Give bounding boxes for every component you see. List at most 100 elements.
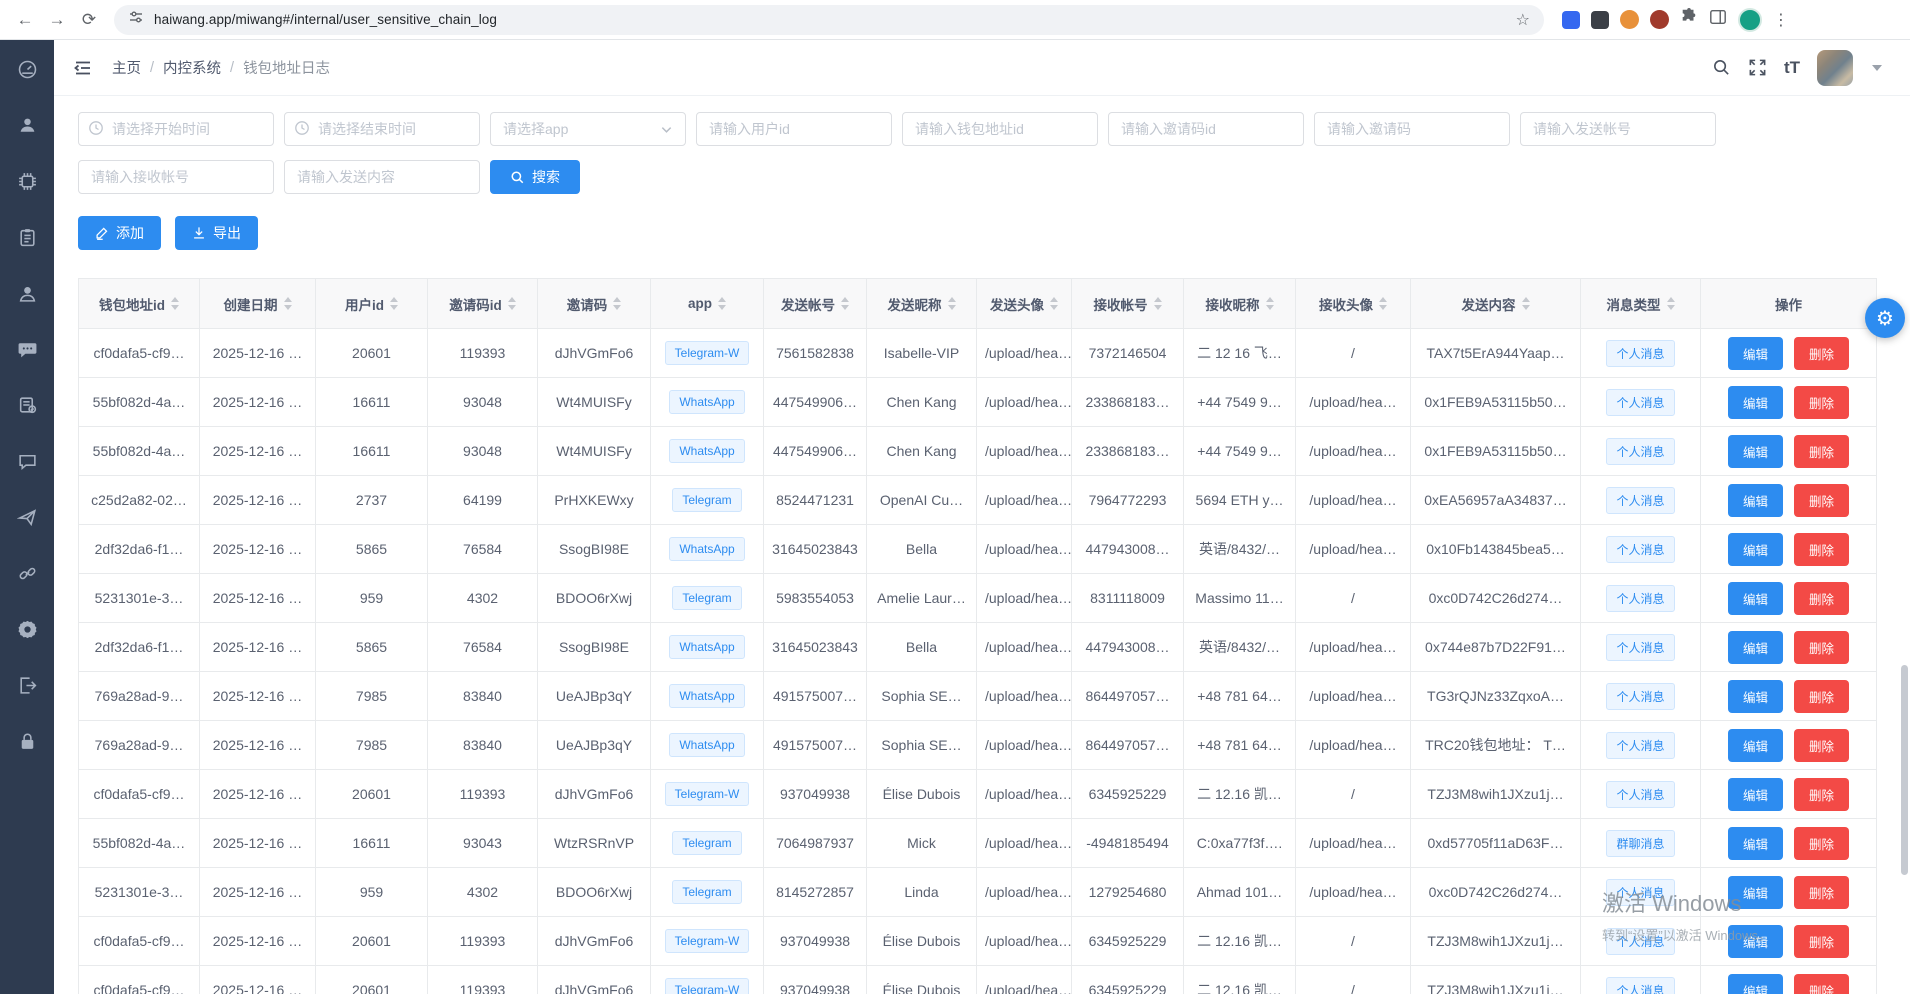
edit-button[interactable]: 编辑	[1728, 680, 1783, 713]
delete-button[interactable]: 删除	[1794, 582, 1849, 615]
scrollbar-thumb[interactable]	[1901, 665, 1908, 875]
invite-code-input[interactable]	[1314, 112, 1510, 146]
browser-back-button[interactable]: ←	[10, 5, 40, 35]
delete-button[interactable]: 删除	[1794, 533, 1849, 566]
column-header[interactable]: 接收头像	[1296, 279, 1411, 329]
site-info-icon[interactable]	[128, 9, 144, 30]
delete-button[interactable]: 删除	[1794, 631, 1849, 664]
extension-icon-red[interactable]	[1650, 10, 1669, 29]
start-time-field[interactable]	[78, 112, 274, 146]
chevron-down-icon[interactable]	[1872, 65, 1882, 71]
search-button[interactable]: 搜索	[490, 160, 580, 194]
breadcrumb-internal[interactable]: 内控系统	[163, 57, 221, 78]
edit-button[interactable]: 编辑	[1728, 582, 1783, 615]
extension-icon-orange[interactable]	[1620, 10, 1639, 29]
browser-menu-icon[interactable]: ⋮	[1773, 10, 1789, 30]
end-time-field[interactable]	[284, 112, 480, 146]
browser-reload-button[interactable]: ⟳	[74, 5, 104, 35]
delete-button[interactable]: 删除	[1794, 386, 1849, 419]
extension-icon-dark[interactable]	[1591, 11, 1609, 29]
column-header[interactable]: app	[651, 279, 764, 329]
edit-button[interactable]: 编辑	[1728, 533, 1783, 566]
start-time-input[interactable]	[78, 112, 274, 146]
column-header[interactable]: 邀请码	[538, 279, 651, 329]
side-panel-icon[interactable]	[1709, 8, 1727, 31]
sidebar-item-orders[interactable]	[7, 224, 47, 250]
send-account-field[interactable]	[1520, 112, 1716, 146]
column-header[interactable]: 邀请码id	[428, 279, 538, 329]
edit-button[interactable]: 编辑	[1728, 729, 1783, 762]
sort-caret-icon[interactable]	[1379, 297, 1387, 310]
sort-caret-icon[interactable]	[284, 297, 292, 310]
browser-forward-button[interactable]: →	[42, 5, 72, 35]
sort-caret-icon[interactable]	[613, 297, 621, 310]
delete-button[interactable]: 删除	[1794, 778, 1849, 811]
wallet-id-field[interactable]	[902, 112, 1098, 146]
sidebar-item-broadcast[interactable]	[7, 504, 47, 530]
delete-button[interactable]: 删除	[1794, 337, 1849, 370]
wallet-id-input[interactable]	[902, 112, 1098, 146]
invite-code-id-field[interactable]	[1108, 112, 1304, 146]
extensions-puzzle-icon[interactable]	[1680, 8, 1698, 31]
sort-caret-icon[interactable]	[948, 297, 956, 310]
breadcrumb-home[interactable]: 主页	[112, 57, 141, 78]
sidebar-item-security[interactable]	[7, 728, 47, 754]
sort-caret-icon[interactable]	[1522, 297, 1530, 310]
sidebar-item-dashboard[interactable]	[7, 56, 47, 82]
font-size-icon[interactable]: tT	[1784, 58, 1800, 78]
receive-account-input[interactable]	[78, 160, 274, 194]
edit-button[interactable]: 编辑	[1728, 631, 1783, 664]
send-account-input[interactable]	[1520, 112, 1716, 146]
send-content-input[interactable]	[284, 160, 480, 194]
invite-code-field[interactable]	[1314, 112, 1510, 146]
sidebar-item-audit-log[interactable]	[7, 392, 47, 418]
delete-button[interactable]: 删除	[1794, 729, 1849, 762]
sidebar-item-export[interactable]	[7, 672, 47, 698]
column-header[interactable]: 接收帐号	[1072, 279, 1184, 329]
user-id-field[interactable]	[696, 112, 892, 146]
sidebar-item-messages[interactable]	[7, 336, 47, 362]
delete-button[interactable]: 删除	[1794, 925, 1849, 958]
sidebar-collapse-icon[interactable]	[68, 53, 98, 83]
column-header[interactable]: 消息类型	[1581, 279, 1701, 329]
sort-caret-icon[interactable]	[841, 297, 849, 310]
browser-profile-avatar[interactable]	[1738, 8, 1762, 32]
column-header[interactable]: 创建日期	[200, 279, 316, 329]
column-header[interactable]: 发送内容	[1411, 279, 1581, 329]
delete-button[interactable]: 删除	[1794, 876, 1849, 909]
edit-button[interactable]: 编辑	[1728, 827, 1783, 860]
sort-caret-icon[interactable]	[508, 297, 516, 310]
delete-button[interactable]: 删除	[1794, 827, 1849, 860]
fullscreen-icon[interactable]	[1748, 58, 1767, 77]
sort-caret-icon[interactable]	[171, 297, 179, 310]
sort-caret-icon[interactable]	[1667, 297, 1675, 310]
edit-button[interactable]: 编辑	[1728, 435, 1783, 468]
add-button[interactable]: 添加	[78, 216, 161, 250]
receive-account-field[interactable]	[78, 160, 274, 194]
user-avatar[interactable]	[1817, 50, 1853, 86]
export-button[interactable]: 导出	[175, 216, 258, 250]
column-header[interactable]: 用户id	[316, 279, 428, 329]
delete-button[interactable]: 删除	[1794, 974, 1849, 994]
sidebar-item-links[interactable]	[7, 560, 47, 586]
delete-button[interactable]: 删除	[1794, 484, 1849, 517]
sort-caret-icon[interactable]	[1050, 297, 1058, 310]
column-header[interactable]: 发送头像	[977, 279, 1072, 329]
edit-button[interactable]: 编辑	[1728, 386, 1783, 419]
sidebar-item-settings[interactable]	[7, 616, 47, 642]
sidebar-item-system[interactable]	[7, 168, 47, 194]
edit-button[interactable]: 编辑	[1728, 337, 1783, 370]
edit-button[interactable]: 编辑	[1728, 778, 1783, 811]
edit-button[interactable]: 编辑	[1728, 974, 1783, 994]
column-header[interactable]: 发送帐号	[764, 279, 867, 329]
send-content-field[interactable]	[284, 160, 480, 194]
search-icon[interactable]	[1712, 58, 1731, 77]
invite-code-id-input[interactable]	[1108, 112, 1304, 146]
edit-button[interactable]: 编辑	[1728, 484, 1783, 517]
sort-caret-icon[interactable]	[390, 297, 398, 310]
end-time-input[interactable]	[284, 112, 480, 146]
bookmark-star-icon[interactable]: ☆	[1516, 10, 1530, 30]
app-select[interactable]: 请选择app	[490, 112, 686, 146]
extension-icon-blue[interactable]	[1562, 11, 1580, 29]
sidebar-item-users[interactable]	[7, 112, 47, 138]
